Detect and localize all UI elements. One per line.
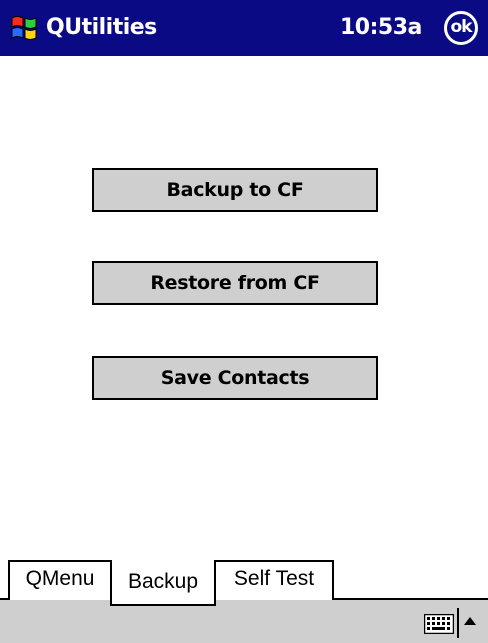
input-panel-separator <box>457 608 459 638</box>
save-contacts-button[interactable]: Save Contacts <box>92 356 378 400</box>
command-bar <box>0 600 488 643</box>
restore-from-cf-button[interactable]: Restore from CF <box>92 261 378 305</box>
keyboard-icon[interactable] <box>424 614 454 634</box>
ok-button[interactable]: ok <box>444 11 478 45</box>
backup-to-cf-button[interactable]: Backup to CF <box>92 168 378 212</box>
clock[interactable]: 10:53a <box>340 12 432 44</box>
windows-flag-icon[interactable] <box>8 12 40 44</box>
up-arrow-icon[interactable] <box>463 616 477 626</box>
title-bar: QUtilities 10:53a ok <box>0 0 488 56</box>
tab-backup[interactable]: Backup <box>110 560 216 606</box>
app-title: QUtilities <box>46 15 157 40</box>
tab-qmenu[interactable]: QMenu <box>8 560 112 600</box>
tab-self-test[interactable]: Self Test <box>214 560 334 600</box>
